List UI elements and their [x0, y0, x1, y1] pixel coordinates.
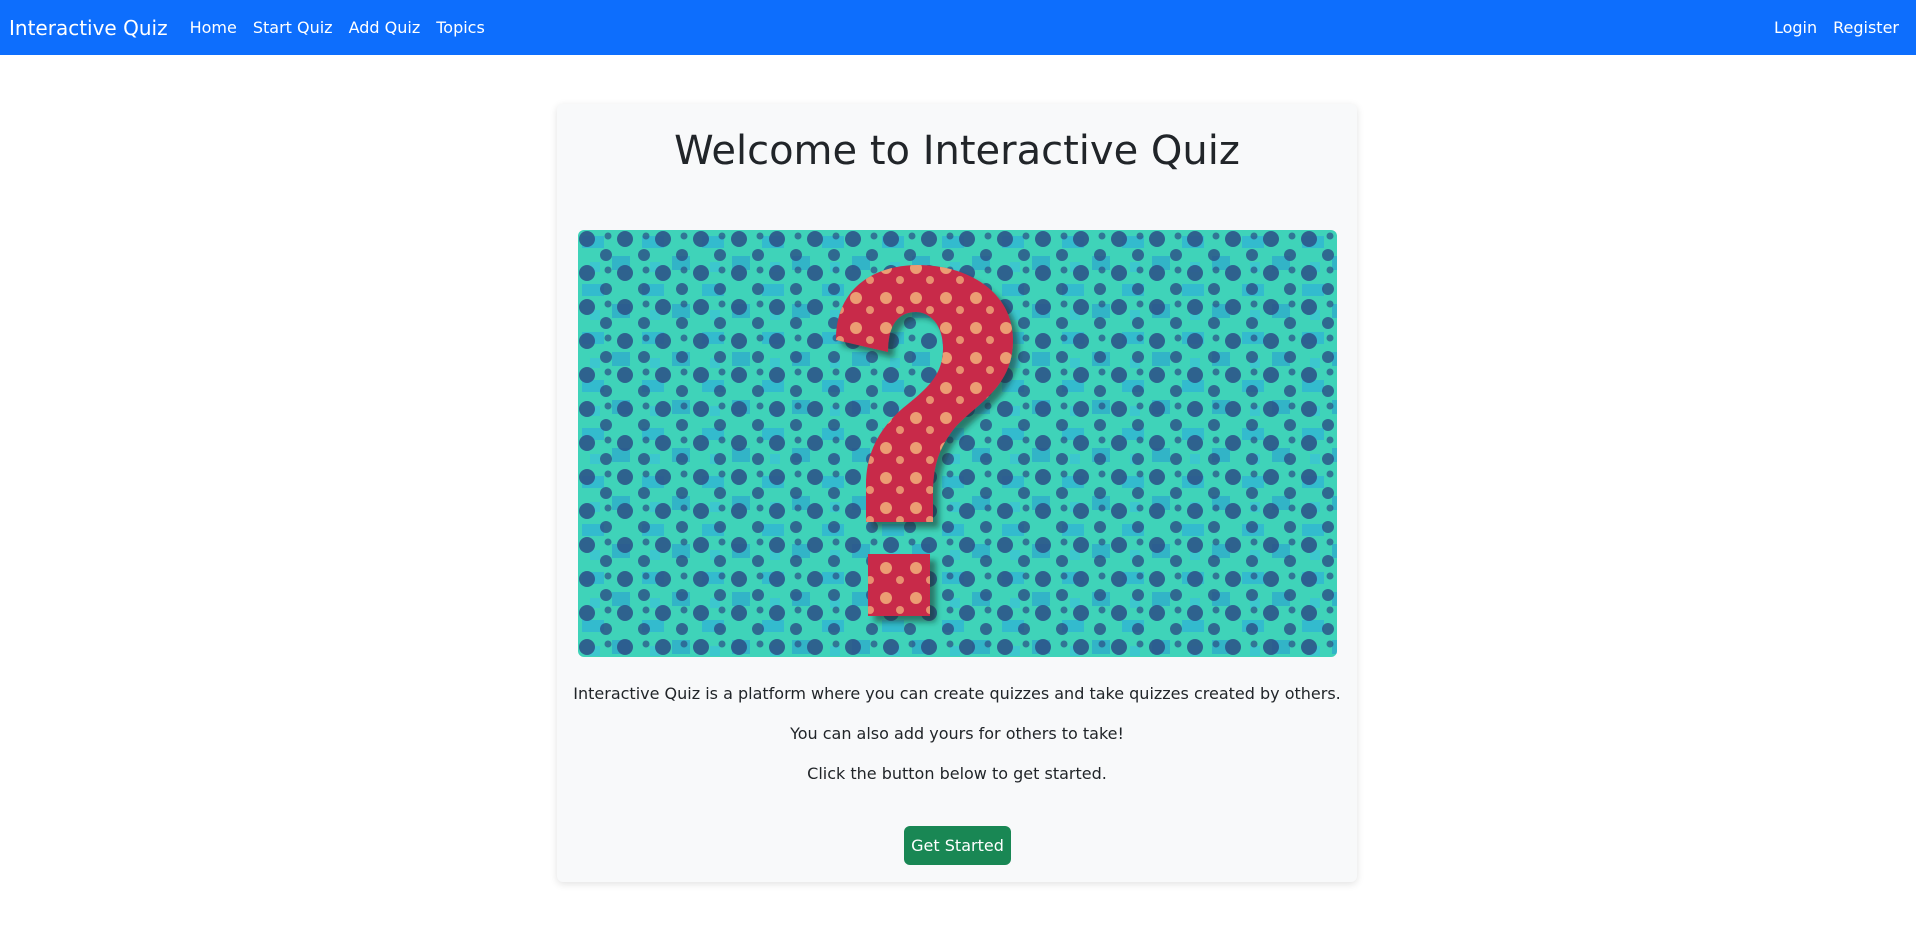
register-link[interactable]: Register [1825, 18, 1907, 37]
hero-image [578, 230, 1337, 657]
intro-paragraph: Interactive Quiz is a platform where you… [573, 684, 1341, 703]
brand-link[interactable]: Interactive Quiz [9, 16, 168, 40]
nav-add-quiz-link[interactable]: Add Quiz [341, 18, 429, 37]
nav-start-quiz-link[interactable]: Start Quiz [245, 18, 341, 37]
nav-home-link[interactable]: Home [182, 18, 245, 37]
get-started-button[interactable]: Get Started [904, 826, 1011, 865]
auth-links: Login Register [1766, 18, 1907, 37]
nav-topics-link[interactable]: Topics [428, 18, 493, 37]
top-navbar: Interactive Quiz Home Start Quiz Add Qui… [0, 0, 1916, 55]
add-quiz-paragraph: You can also add yours for others to tak… [790, 724, 1124, 743]
page-title: Welcome to Interactive Quiz [674, 128, 1240, 174]
nav-links: Home Start Quiz Add Quiz Topics [182, 18, 493, 37]
instruction-paragraph: Click the button below to get started. [807, 764, 1107, 783]
welcome-card: Welcome to Interactive Quiz Interactive … [557, 104, 1357, 882]
login-link[interactable]: Login [1766, 18, 1825, 37]
question-mark-illustration [578, 230, 1337, 657]
